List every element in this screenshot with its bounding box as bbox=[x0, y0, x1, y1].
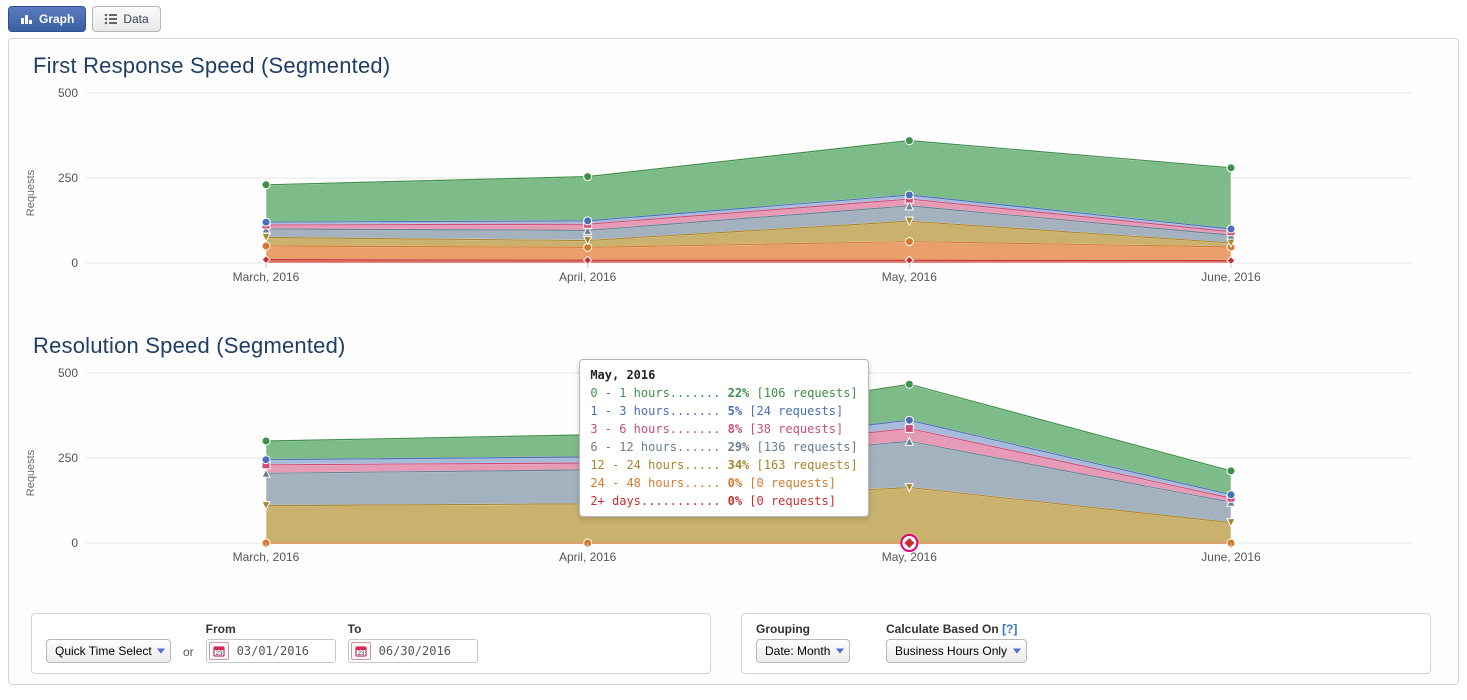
y-axis-label: Requests bbox=[25, 170, 37, 216]
calendar-icon: 23 bbox=[351, 642, 371, 660]
filter-controls: Quick Time Select or From 23 To 23 bbox=[31, 613, 1436, 674]
tab-data[interactable]: Data bbox=[92, 6, 160, 32]
chart-first-response: First Response Speed (Segmented) Request… bbox=[31, 53, 1436, 303]
list-icon bbox=[104, 13, 118, 25]
tab-graph-label: Graph bbox=[39, 12, 74, 26]
from-date-field[interactable] bbox=[235, 643, 327, 659]
svg-text:23: 23 bbox=[215, 651, 222, 657]
grouping-label: Grouping bbox=[756, 622, 850, 636]
or-label: or bbox=[183, 645, 194, 659]
tab-graph[interactable]: Graph bbox=[8, 6, 86, 32]
svg-text:April, 2016: April, 2016 bbox=[559, 270, 617, 284]
calculate-based-on-label: Calculate Based On [?] bbox=[886, 622, 1027, 636]
chart-title: First Response Speed (Segmented) bbox=[33, 53, 1436, 79]
chart-tooltip: May, 20160 - 1 hours....... 22% [106 req… bbox=[579, 359, 868, 517]
grouping-select[interactable]: Date: Month bbox=[756, 639, 850, 663]
svg-text:June, 2016: June, 2016 bbox=[1201, 270, 1261, 284]
chart-svg[interactable]: 0 250 500 March, 2016 April, 2016 May, 2016 Ju… bbox=[31, 83, 1431, 293]
svg-text:250: 250 bbox=[58, 451, 78, 465]
quick-time-select[interactable]: Quick Time Select bbox=[46, 639, 171, 663]
bar-chart-icon bbox=[20, 13, 34, 25]
calendar-icon: 23 bbox=[209, 642, 229, 660]
to-date-input[interactable]: 23 bbox=[348, 639, 478, 663]
svg-text:0: 0 bbox=[71, 536, 78, 550]
svg-text:500: 500 bbox=[58, 86, 78, 100]
svg-text:May, 2016: May, 2016 bbox=[882, 550, 937, 564]
svg-text:June, 2016: June, 2016 bbox=[1201, 550, 1261, 564]
chart-resolution: Resolution Speed (Segmented) Requests 02… bbox=[31, 333, 1436, 583]
from-date-input[interactable]: 23 bbox=[206, 639, 336, 663]
svg-text:0: 0 bbox=[71, 256, 78, 270]
tab-data-label: Data bbox=[123, 12, 148, 26]
svg-text:March, 2016: March, 2016 bbox=[233, 270, 300, 284]
chart-title: Resolution Speed (Segmented) bbox=[33, 333, 1436, 359]
chart-panel: First Response Speed (Segmented) Request… bbox=[8, 38, 1459, 685]
svg-text:23: 23 bbox=[357, 651, 364, 657]
calculate-based-on-select[interactable]: Business Hours Only bbox=[886, 639, 1027, 663]
svg-text:250: 250 bbox=[58, 171, 78, 185]
date-range-group: Quick Time Select or From 23 To 23 bbox=[31, 613, 711, 674]
view-tabs: Graph Data bbox=[8, 6, 1459, 32]
help-icon[interactable]: [?] bbox=[1002, 622, 1017, 636]
svg-text:May, 2016: May, 2016 bbox=[882, 270, 937, 284]
calculation-group: Grouping Date: Month Calculate Based On … bbox=[741, 613, 1431, 674]
svg-text:April, 2016: April, 2016 bbox=[559, 550, 617, 564]
to-label: To bbox=[348, 622, 478, 636]
y-axis-label: Requests bbox=[25, 450, 37, 496]
from-label: From bbox=[206, 622, 336, 636]
svg-text:500: 500 bbox=[58, 366, 78, 380]
svg-text:March, 2016: March, 2016 bbox=[233, 550, 300, 564]
to-date-field[interactable] bbox=[377, 643, 469, 659]
